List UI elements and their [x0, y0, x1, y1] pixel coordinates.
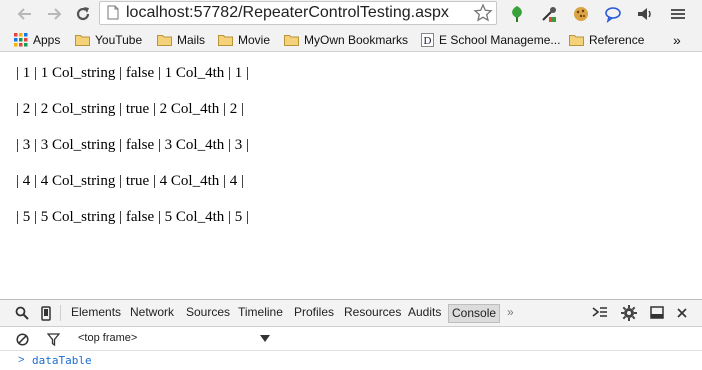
bookmark-label: Mails	[177, 33, 206, 47]
mobile-device-icon	[41, 305, 51, 321]
speaker-icon	[638, 8, 651, 20]
row-text: | 3 | 3 Col_string | false | 3 Col_4th |…	[16, 137, 250, 153]
row-text: | 5 | 5 Col_string | false | 5 Col_4th |…	[16, 209, 250, 225]
console-prompt-icon: >	[18, 354, 25, 366]
star-icon	[473, 3, 493, 22]
filter-funnel-icon	[46, 332, 60, 346]
row-text: | 2 | 2 Col_string | true | 2 Col_4th | …	[16, 101, 245, 117]
bookmark-label: YouTube	[95, 33, 143, 47]
bookmark-youtube[interactable]: YouTube	[75, 32, 142, 48]
bookmark-label: MyOwn Bookmarks	[304, 33, 409, 47]
dock-side-button[interactable]	[649, 305, 665, 321]
bookmarks-overflow-button[interactable]: »	[673, 32, 681, 48]
url-text: localhost:57782/RepeaterControlTesting.a…	[126, 4, 449, 21]
gear-icon	[621, 305, 637, 321]
dock-icon	[649, 306, 664, 319]
folder-icon	[218, 35, 233, 46]
green-drop-icon	[512, 6, 522, 22]
console-input-line[interactable]: > dataTable	[0, 353, 702, 370]
svg-text:D: D	[424, 35, 432, 47]
magnifier-icon	[15, 306, 29, 320]
repeater-row: | 5 | 5 Col_string | false | 5 Col_4th |…	[16, 209, 249, 226]
tab-console[interactable]: Console	[448, 304, 501, 323]
folder-icon	[157, 35, 172, 46]
folder-icon	[569, 35, 584, 46]
show-console-icon	[592, 307, 607, 317]
tab-network[interactable]: Network	[130, 305, 174, 319]
cookie-extension[interactable]	[570, 3, 592, 25]
page-content: | 1 | 1 Col_string | false | 1 Col_4th |…	[0, 53, 702, 299]
device-mode-button[interactable]	[38, 305, 54, 321]
bookmark-apps[interactable]: Apps	[14, 32, 60, 48]
forward-arrow-icon	[48, 8, 62, 20]
bookmark-label: E School Manageme...	[439, 33, 561, 47]
chrome-menu-button[interactable]	[667, 3, 689, 25]
address-bar[interactable]: localhost:57782/RepeaterControlTesting.a…	[99, 1, 497, 25]
eyedropper-icon	[542, 7, 556, 22]
tab-audits[interactable]: Audits	[408, 305, 441, 319]
color-picker-extension[interactable]	[538, 3, 560, 25]
devtools-tabbar: Elements Network Sources Timeline Profil…	[0, 300, 702, 327]
forward-button[interactable]	[43, 3, 65, 25]
folder-icon	[284, 35, 299, 46]
back-arrow-icon	[17, 8, 31, 20]
bookmark-myown-bookmarks[interactable]: MyOwn Bookmarks	[284, 32, 408, 48]
row-text: | 4 | 4 Col_string | true | 4 Col_4th | …	[16, 173, 245, 189]
extension-green-button[interactable]	[506, 3, 528, 25]
tab-timeline[interactable]: Timeline	[238, 305, 283, 319]
repeater-row: | 3 | 3 Col_string | false | 3 Col_4th |…	[16, 137, 249, 154]
settings-button[interactable]	[621, 305, 637, 321]
console-toolbar: <top frame>	[0, 327, 702, 351]
toolbar-divider	[60, 305, 61, 321]
filter-button[interactable]	[45, 331, 61, 347]
back-button[interactable]	[14, 3, 36, 25]
repeater-row: | 2 | 2 Col_string | true | 2 Col_4th | …	[16, 101, 244, 118]
folder-icon	[75, 35, 90, 46]
tab-elements[interactable]: Elements	[71, 305, 121, 319]
repeater-row: | 4 | 4 Col_string | true | 4 Col_4th | …	[16, 173, 244, 190]
hamburger-menu-icon	[671, 9, 685, 19]
bookmark-label: Movie	[238, 33, 271, 47]
apps-grid-icon	[14, 33, 28, 47]
bookmark-movie[interactable]: Movie	[218, 32, 270, 48]
console-input[interactable]: dataTable	[32, 354, 92, 367]
audio-extension[interactable]	[634, 3, 656, 25]
close-icon	[677, 308, 687, 318]
bookmark-reference[interactable]: Reference	[569, 32, 644, 48]
frame-selector-dropdown[interactable]	[257, 331, 273, 347]
reload-icon	[76, 7, 90, 21]
overflow-icon: »	[673, 32, 681, 48]
devtools-panel: Elements Network Sources Timeline Profil…	[0, 299, 702, 369]
tabs-overflow-button[interactable]: »	[507, 305, 514, 319]
bookmark-label: Apps	[33, 33, 61, 47]
bookmarks-bar: Apps YouTube Mails Movie MyOwn Bookmarks…	[0, 28, 702, 52]
chevron-down-icon	[260, 335, 270, 342]
tab-profiles[interactable]: Profiles	[294, 305, 334, 319]
row-text: | 1 | 1 Col_string | false | 1 Col_4th |…	[16, 65, 250, 81]
page-icon	[107, 5, 119, 25]
inspect-element-button[interactable]	[14, 305, 30, 321]
bookmark-mails[interactable]: Mails	[157, 32, 205, 48]
bookmark-star-button[interactable]	[473, 3, 493, 28]
speech-bubble-icon	[605, 7, 621, 23]
repeater-row: | 1 | 1 Col_string | false | 1 Col_4th |…	[16, 65, 249, 82]
tab-resources[interactable]: Resources	[344, 305, 401, 319]
tab-sources[interactable]: Sources	[186, 305, 230, 319]
reload-button[interactable]	[72, 3, 94, 25]
bookmark-e-school[interactable]: D E School Manageme...	[421, 32, 560, 48]
bookmark-label: Reference	[589, 33, 645, 47]
frame-selector[interactable]: <top frame>	[78, 332, 137, 344]
clear-icon	[15, 332, 29, 346]
cookie-icon	[574, 7, 588, 21]
chat-extension[interactable]	[602, 3, 624, 25]
clear-console-button[interactable]	[14, 331, 30, 347]
page-d-icon: D	[421, 33, 434, 47]
close-devtools-button[interactable]	[674, 305, 690, 321]
browser-toolbar: localhost:57782/RepeaterControlTesting.a…	[0, 0, 702, 28]
drawer-toggle-button[interactable]	[592, 305, 608, 321]
